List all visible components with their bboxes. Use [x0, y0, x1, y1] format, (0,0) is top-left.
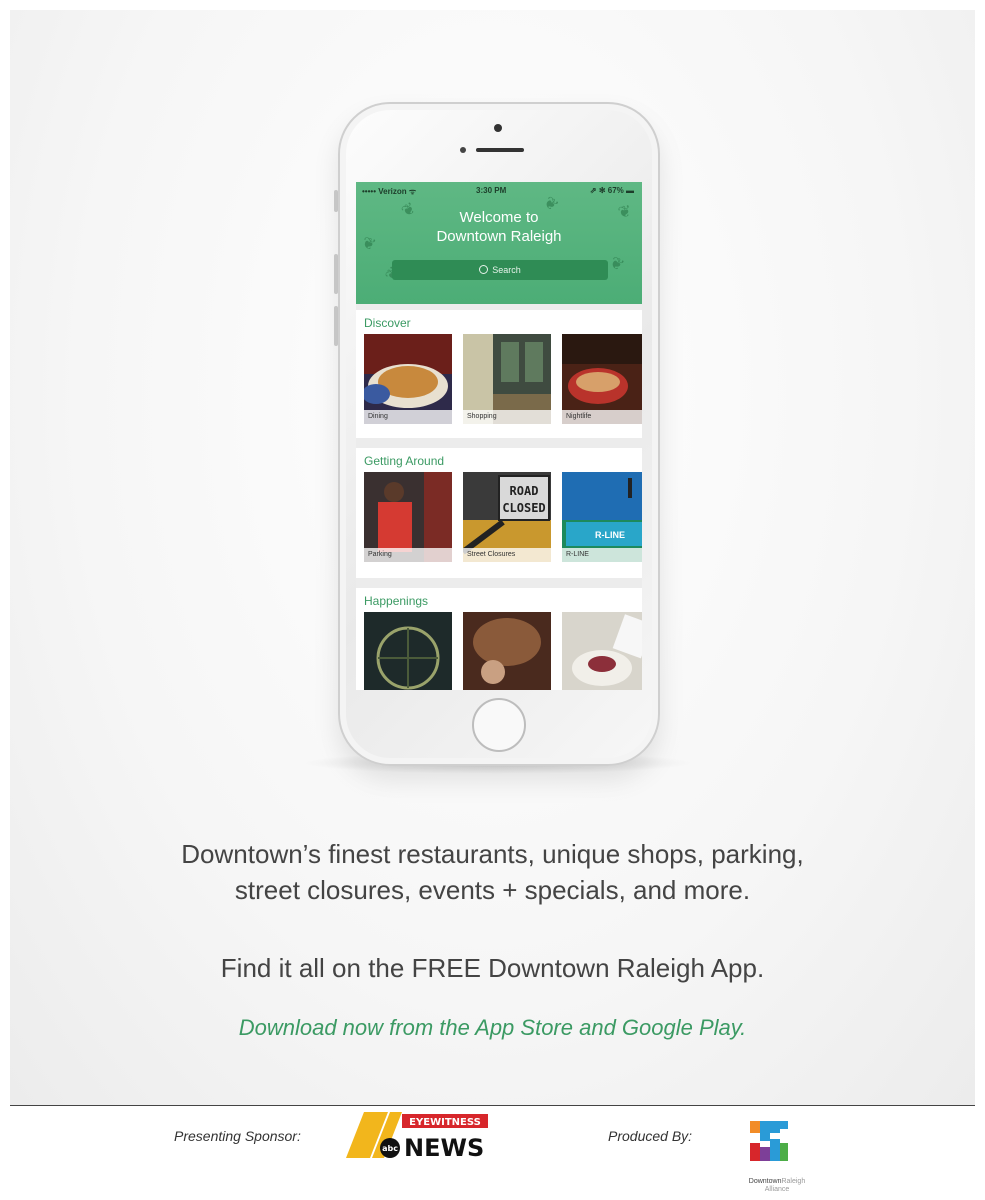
tile-label: Street Closures — [463, 548, 551, 562]
search-label: Search — [492, 265, 521, 275]
tile-label: Shopping — [463, 410, 551, 424]
earpiece-speaker — [476, 148, 524, 152]
carrier-label: ••••• Verizon ᯤ — [362, 187, 417, 196]
happening-photo — [463, 612, 551, 690]
section-getting-around: Getting Around Parking ROAD CLOSED Stree… — [356, 448, 642, 578]
sensor-dot — [460, 147, 466, 153]
tile-label: Nightlife — [562, 410, 642, 424]
app-screen: ••••• Verizon ᯤ 3:30 PM ⇗ ✻ 67% ▬ ❦ ❦ ❦ … — [356, 182, 642, 690]
front-camera — [494, 124, 502, 132]
battery-indicator: ⇗ ✻ 67% ▬ — [589, 186, 634, 195]
section-title: Getting Around — [364, 454, 445, 468]
section-discover: Discover Dining Shopping Nightlife — [356, 310, 642, 438]
produced-by-label: Produced By: — [608, 1128, 693, 1144]
section-title: Happenings — [364, 594, 429, 608]
dra-word-downtown: Downtown — [748, 1178, 782, 1185]
app-header: ••••• Verizon ᯤ 3:30 PM ⇗ ✻ 67% ▬ ❦ ❦ ❦ … — [356, 182, 642, 304]
description-line-2: street closures, events + specials, and … — [234, 875, 751, 905]
home-button[interactable] — [472, 698, 526, 752]
happening-photo — [364, 612, 452, 690]
welcome-line-2: Downtown Raleigh — [436, 228, 562, 245]
tile-happening-2[interactable] — [463, 612, 551, 690]
tile-nightlife[interactable]: Nightlife — [562, 334, 642, 424]
tile-dining[interactable]: Dining — [364, 334, 452, 424]
tile-shopping[interactable]: Shopping — [463, 334, 551, 424]
dra-wordmark: DowntownRaleigh Alliance — [736, 1178, 818, 1194]
search-icon — [479, 265, 489, 274]
r-line-sign-text: R-LINE — [595, 530, 625, 540]
status-time: 3:30 PM — [476, 186, 507, 195]
tile-label: Dining — [364, 410, 452, 424]
search-bar[interactable]: Search — [392, 260, 608, 280]
road-sign-line-1: ROAD — [510, 484, 539, 498]
description-line-3: Find it all on the FREE Downtown Raleigh… — [220, 953, 765, 983]
leaf-icon: ❦ — [606, 253, 627, 276]
tile-happening-1[interactable] — [364, 612, 452, 690]
downtown-raleigh-alliance-logo — [750, 1121, 788, 1161]
tile-street-closures[interactable]: ROAD CLOSED Street Closures — [463, 472, 551, 562]
abc-text: abc — [382, 1144, 398, 1153]
happening-photo — [562, 612, 642, 690]
tile-label: Parking — [364, 548, 452, 562]
tile-label: R-LINE — [562, 548, 642, 562]
dra-word-alliance: Alliance — [764, 1186, 790, 1193]
section-happenings: Happenings — [356, 588, 642, 690]
tile-parking[interactable]: Parking — [364, 472, 452, 562]
description-line-1: Downtown’s finest restaurants, unique sh… — [181, 839, 804, 869]
eyewitness-text: EYEWITNESS — [409, 1117, 481, 1128]
welcome-heading: Welcome to Downtown Raleigh — [356, 208, 642, 246]
tile-happening-3[interactable] — [562, 612, 642, 690]
footer-divider — [10, 1105, 975, 1106]
abc11-eyewitness-news-logo: EYEWITNESS abc NEWS — [346, 1112, 488, 1160]
section-title: Discover — [364, 316, 411, 330]
news-text: NEWS — [404, 1134, 484, 1160]
dra-word-raleigh: Raleigh — [781, 1178, 806, 1185]
download-cta: Download now from the App Store and Goog… — [238, 1015, 747, 1040]
status-bar: ••••• Verizon ᯤ 3:30 PM ⇗ ✻ 67% ▬ — [356, 186, 642, 198]
presenting-sponsor-label: Presenting Sponsor: — [174, 1128, 301, 1144]
welcome-line-1: Welcome to — [459, 209, 539, 226]
road-sign-line-2: CLOSED — [502, 501, 545, 515]
phone-frame: ••••• Verizon ᯤ 3:30 PM ⇗ ✻ 67% ▬ ❦ ❦ ❦ … — [338, 102, 660, 766]
tile-r-line[interactable]: R-LINE R-LINE — [562, 472, 642, 562]
